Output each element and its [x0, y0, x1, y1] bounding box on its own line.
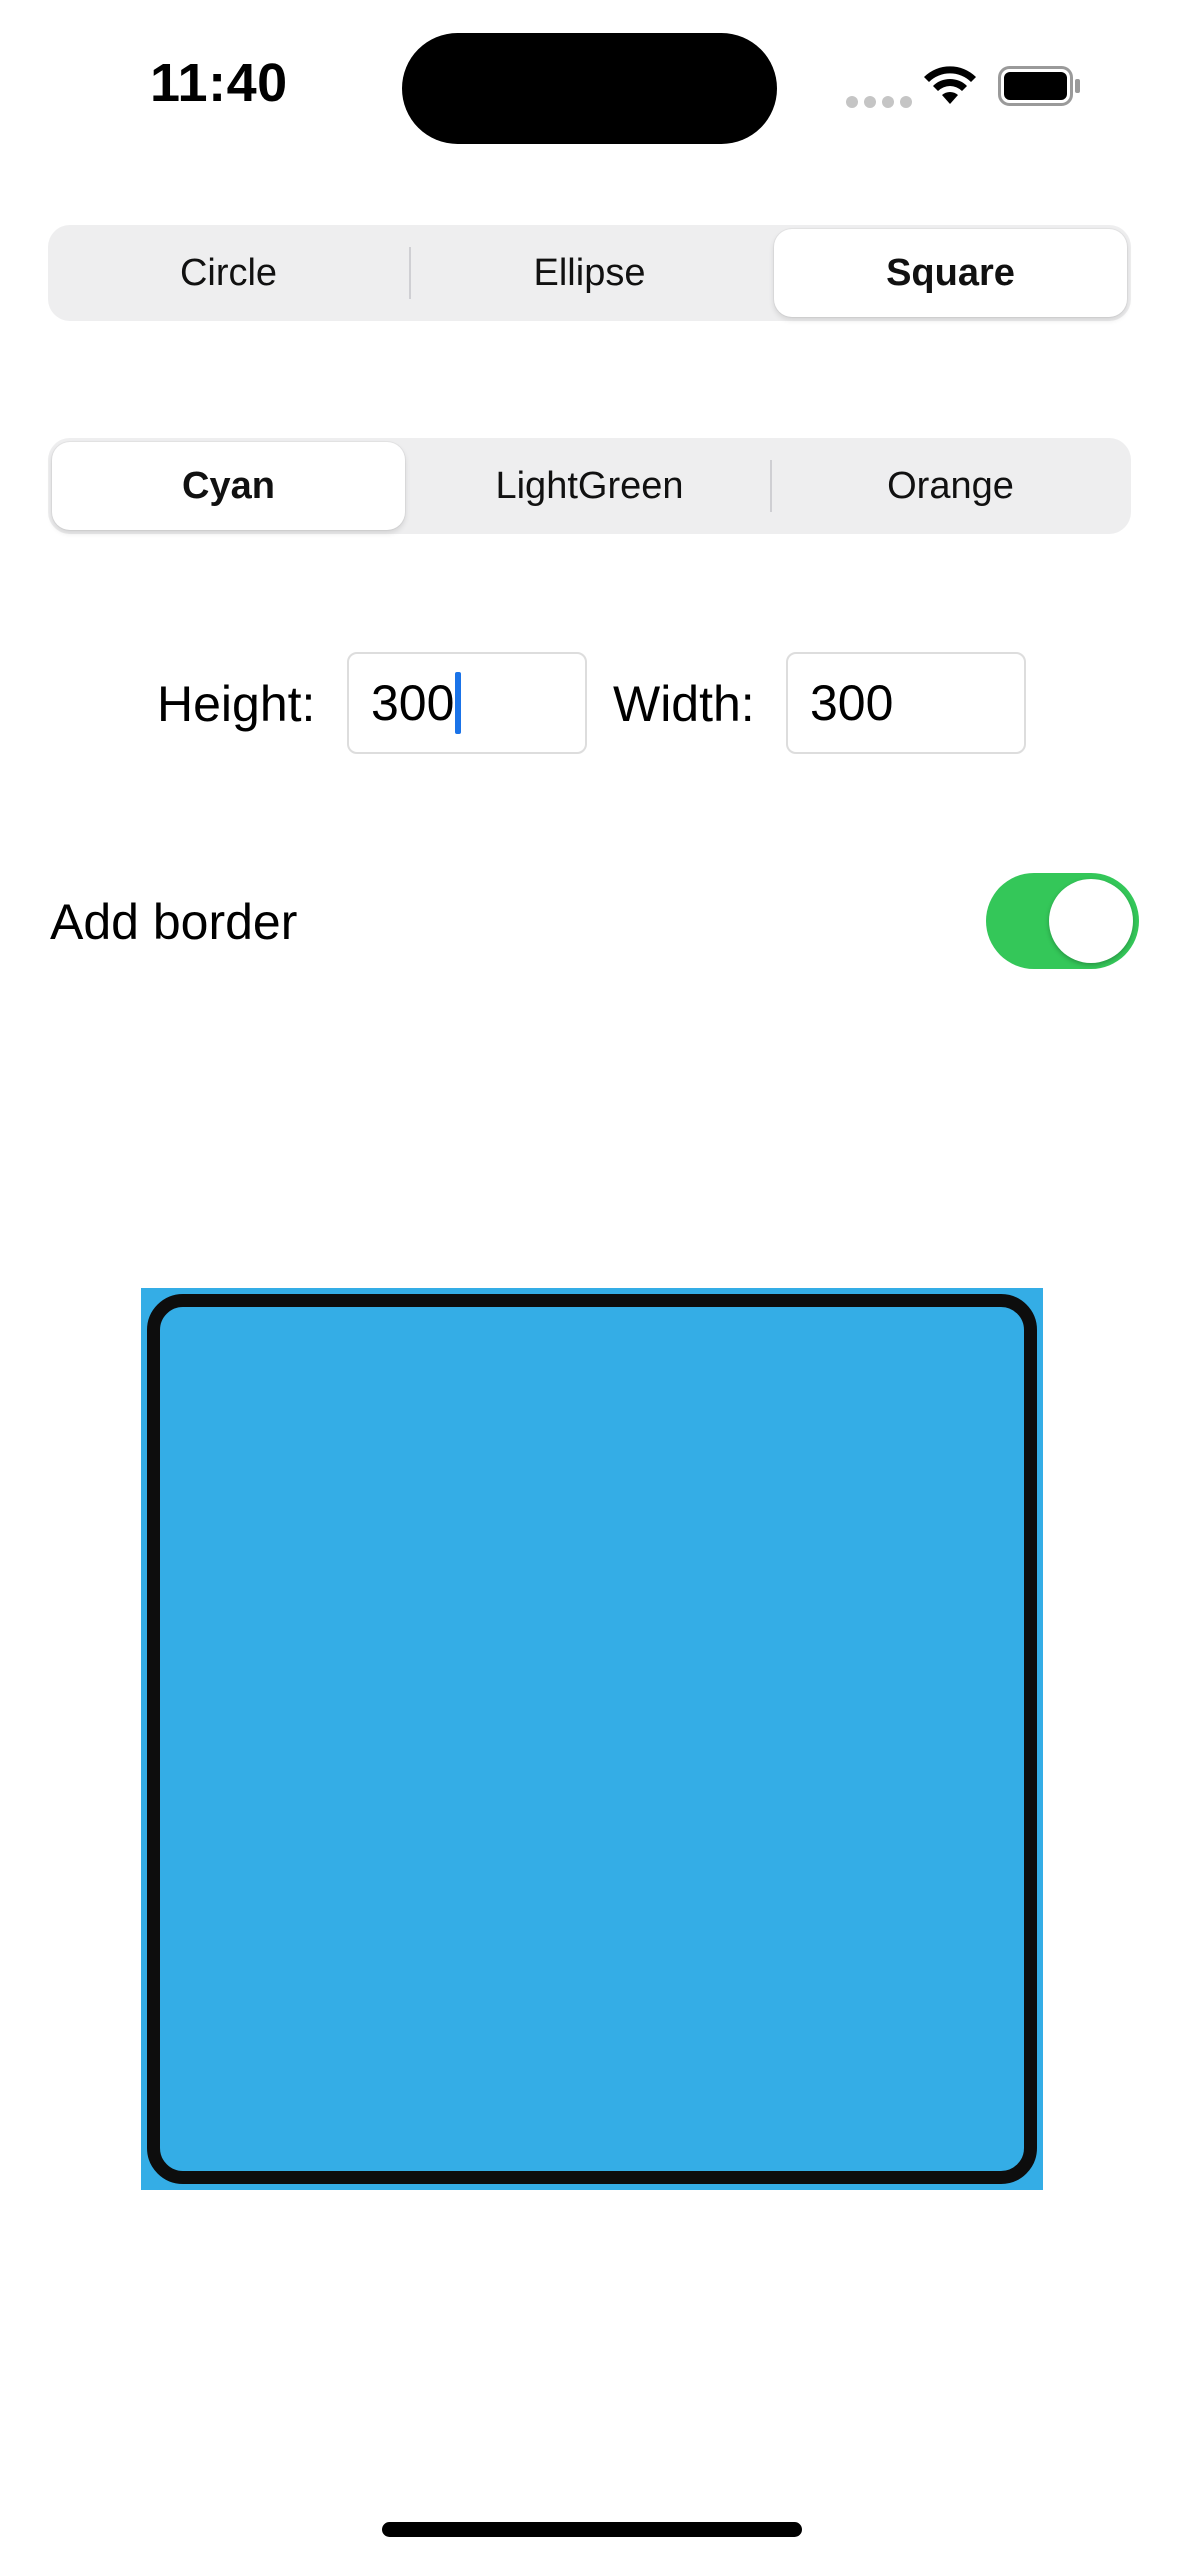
height-label: Height:	[157, 676, 316, 732]
segment-circle[interactable]: Circle	[52, 229, 405, 317]
segment-orange[interactable]: Orange	[774, 442, 1127, 530]
wifi-icon	[924, 66, 976, 104]
shape-segmented-control: Circle Ellipse Square	[48, 225, 1131, 321]
segment-square[interactable]: Square	[774, 229, 1127, 317]
toggle-knob	[1049, 879, 1133, 963]
segment-divider	[770, 460, 772, 512]
shape-border	[147, 1294, 1037, 2184]
width-value: 300	[810, 675, 894, 731]
add-border-label: Add border	[50, 894, 298, 950]
add-border-toggle[interactable]	[986, 873, 1139, 969]
color-segmented-control: Cyan LightGreen Orange	[48, 438, 1131, 534]
height-value: 300	[371, 675, 455, 731]
width-field[interactable]: 300	[786, 652, 1026, 754]
segment-divider	[409, 247, 411, 299]
width-label: Width:	[613, 676, 755, 732]
battery-icon	[998, 66, 1080, 106]
status-time: 11:40	[150, 53, 288, 113]
segment-lightgreen[interactable]: LightGreen	[413, 442, 766, 530]
dynamic-island	[402, 33, 777, 144]
text-caret	[455, 672, 462, 734]
shape-preview	[141, 1288, 1043, 2190]
home-indicator[interactable]	[382, 2522, 802, 2537]
segment-cyan[interactable]: Cyan	[52, 442, 405, 530]
segment-ellipse[interactable]: Ellipse	[413, 229, 766, 317]
signal-dots-icon	[846, 96, 912, 108]
height-field[interactable]: 300	[347, 652, 587, 754]
